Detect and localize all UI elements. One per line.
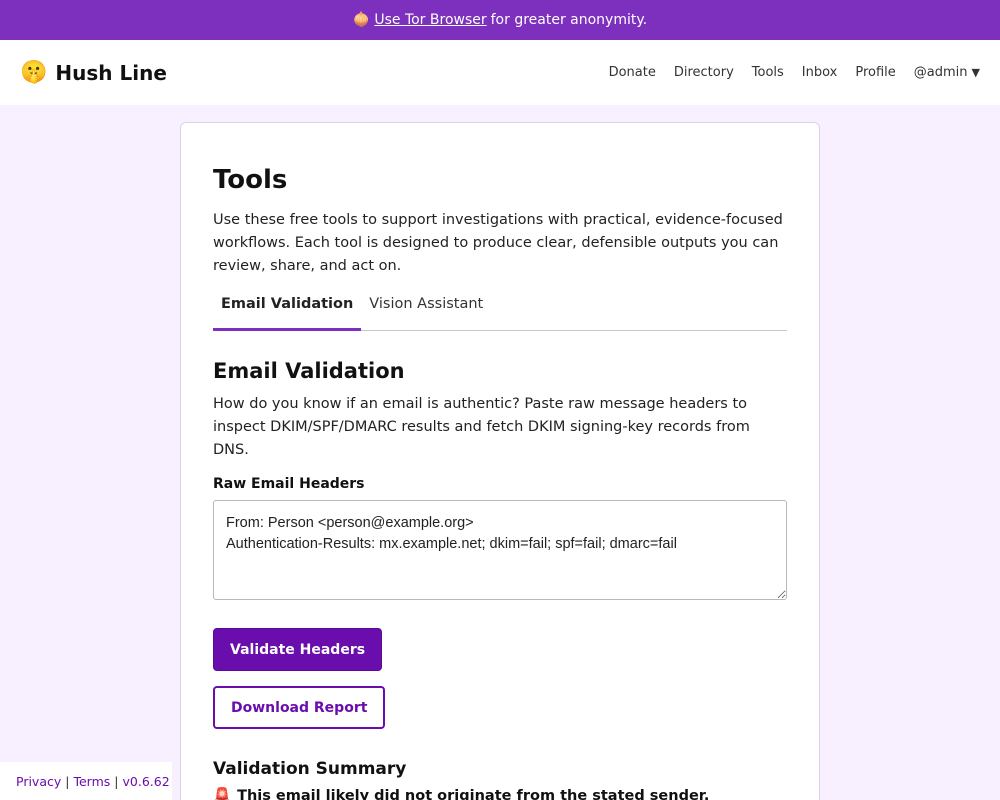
summary-text: This email likely did not originate from… bbox=[237, 787, 710, 800]
tools-card: Tools Use these free tools to support in… bbox=[180, 122, 820, 800]
tool-tabs: Email Validation Vision Assistant bbox=[213, 296, 787, 331]
user-menu-label: @admin bbox=[913, 65, 968, 80]
footer-separator: | bbox=[65, 773, 70, 789]
shushing-face-icon: 🤫 bbox=[20, 60, 48, 85]
brand-link[interactable]: 🤫 Hush Line bbox=[20, 60, 167, 85]
nav-profile[interactable]: Profile bbox=[855, 65, 895, 80]
nav-inbox[interactable]: Inbox bbox=[802, 65, 838, 80]
onion-icon: 🧅 bbox=[352, 12, 371, 28]
use-tor-browser-link[interactable]: Use Tor Browser bbox=[374, 12, 486, 28]
nav-directory[interactable]: Directory bbox=[674, 65, 734, 80]
summary-result: 🚨 This email likely did not originate fr… bbox=[213, 787, 787, 800]
version-link[interactable]: v0.6.62 bbox=[123, 774, 170, 789]
page-title: Tools bbox=[213, 165, 288, 195]
nav-tools[interactable]: Tools bbox=[752, 65, 784, 80]
footer-separator: | bbox=[114, 773, 119, 789]
nav-donate[interactable]: Donate bbox=[609, 65, 656, 80]
tor-banner: 🧅 Use Tor Browser for greater anonymity. bbox=[0, 0, 1000, 40]
section-title: Email Validation bbox=[213, 359, 405, 383]
caret-down-icon: ▼ bbox=[971, 66, 980, 79]
user-menu[interactable]: @admin ▼ bbox=[914, 65, 980, 80]
summary-title: Validation Summary bbox=[213, 759, 407, 779]
footer: Privacy | Terms | v0.6.62 bbox=[0, 762, 172, 800]
section-description: How do you know if an email is authentic… bbox=[213, 396, 750, 458]
site-header: 🤫 Hush Line Donate Directory Tools Inbox… bbox=[0, 40, 1000, 105]
banner-text: for greater anonymity. bbox=[490, 12, 648, 28]
brand-name: Hush Line bbox=[55, 60, 167, 85]
main-nav: Donate Directory Tools Inbox Profile @ad… bbox=[609, 65, 980, 80]
terms-link[interactable]: Terms bbox=[73, 774, 110, 789]
download-report-button[interactable]: Download Report bbox=[213, 686, 386, 729]
privacy-link[interactable]: Privacy bbox=[16, 774, 61, 789]
validate-headers-button[interactable]: Validate Headers bbox=[213, 628, 383, 671]
raw-headers-label: Raw Email Headers bbox=[213, 476, 365, 492]
intro-text: Use these free tools to support investig… bbox=[213, 212, 783, 274]
alarm-light-icon: 🚨 bbox=[213, 788, 232, 800]
tab-vision-assistant[interactable]: Vision Assistant bbox=[361, 296, 491, 330]
raw-headers-input[interactable] bbox=[213, 500, 787, 600]
tab-email-validation[interactable]: Email Validation bbox=[213, 296, 362, 331]
